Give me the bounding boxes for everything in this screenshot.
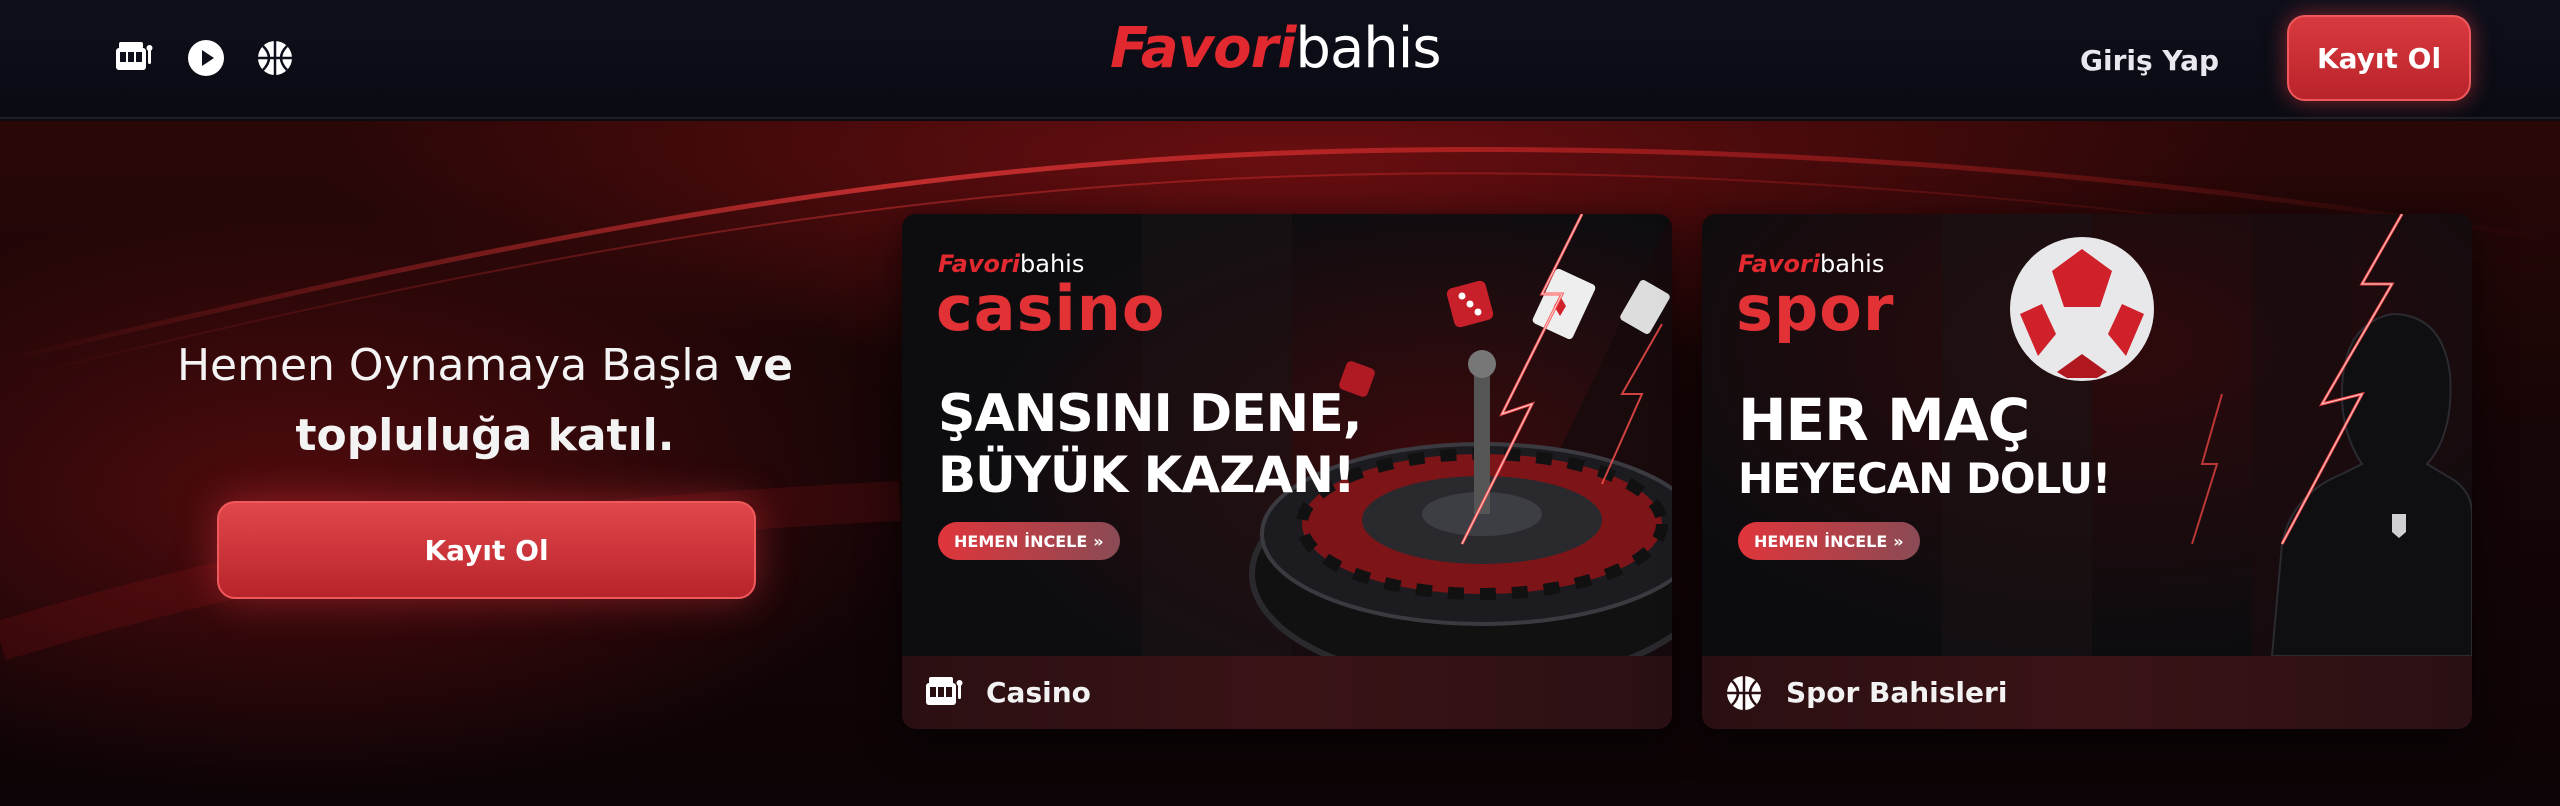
- sports-card-label: Spor Bahisleri: [1786, 676, 2008, 709]
- chevrons-right-icon: »: [1893, 531, 1904, 551]
- sports-banner-word: spor: [1736, 272, 1895, 345]
- basketball-icon[interactable]: [255, 38, 295, 78]
- casino-banner[interactable]: Favori bahis casino ŞANSINI DENE, BÜYÜK …: [902, 214, 1672, 656]
- casino-cta-label: HEMEN İNCELE: [954, 531, 1088, 551]
- casino-banner-word: casino: [936, 272, 1166, 345]
- casino-headline-2: BÜYÜK KAZAN!: [938, 446, 1356, 504]
- basketball-icon: [1724, 673, 1764, 713]
- brand-logo[interactable]: Favori bahis: [1110, 16, 1442, 86]
- top-navbar: Favori bahis Giriş Yap Kayıt Ol: [0, 0, 2560, 119]
- logo-part-1: Favori: [1110, 16, 1296, 81]
- sports-card-footer[interactable]: Spor Bahisleri: [1702, 656, 2472, 729]
- slot-machine-icon: [924, 673, 964, 713]
- header-register-button[interactable]: Kayıt Ol: [2287, 15, 2471, 101]
- sports-headline-1: HER MAÇ: [1738, 386, 2030, 454]
- sports-headline-2: HEYECAN DOLU!: [1738, 454, 2111, 503]
- hero-title: Hemen Oynamaya Başla ve topluluğa katıl.: [120, 331, 850, 471]
- hero-register-button[interactable]: Kayıt Ol: [217, 501, 756, 599]
- sports-card[interactable]: Favori bahis spor HER MAÇ HEYECAN DOLU! …: [1702, 214, 2472, 729]
- hero-title-bold-2: topluluğa katıl.: [295, 410, 675, 461]
- sports-cta-label: HEMEN İNCELE: [1754, 531, 1888, 551]
- logo-part-2: bahis: [1295, 16, 1441, 81]
- casino-card-label: Casino: [986, 676, 1091, 709]
- slot-machine-icon[interactable]: [114, 38, 154, 78]
- casino-cta-button[interactable]: HEMEN İNCELE »: [938, 522, 1120, 560]
- sports-banner[interactable]: Favori bahis spor HER MAÇ HEYECAN DOLU! …: [1702, 214, 2472, 656]
- casino-card[interactable]: Favori bahis casino ŞANSINI DENE, BÜYÜK …: [902, 214, 1672, 729]
- chevrons-right-icon: »: [1093, 531, 1104, 551]
- casino-card-footer[interactable]: Casino: [902, 656, 1672, 729]
- hero-title-bold-1: ve: [734, 340, 794, 391]
- sports-cta-button[interactable]: HEMEN İNCELE »: [1738, 522, 1920, 560]
- play-icon[interactable]: [186, 38, 226, 78]
- hero-title-light: Hemen Oynamaya Başla: [176, 340, 721, 391]
- casino-headline-1: ŞANSINI DENE,: [938, 384, 1362, 444]
- login-link[interactable]: Giriş Yap: [2080, 38, 2219, 82]
- hero-section: Hemen Oynamaya Başla ve topluluğa katıl.…: [0, 121, 2560, 806]
